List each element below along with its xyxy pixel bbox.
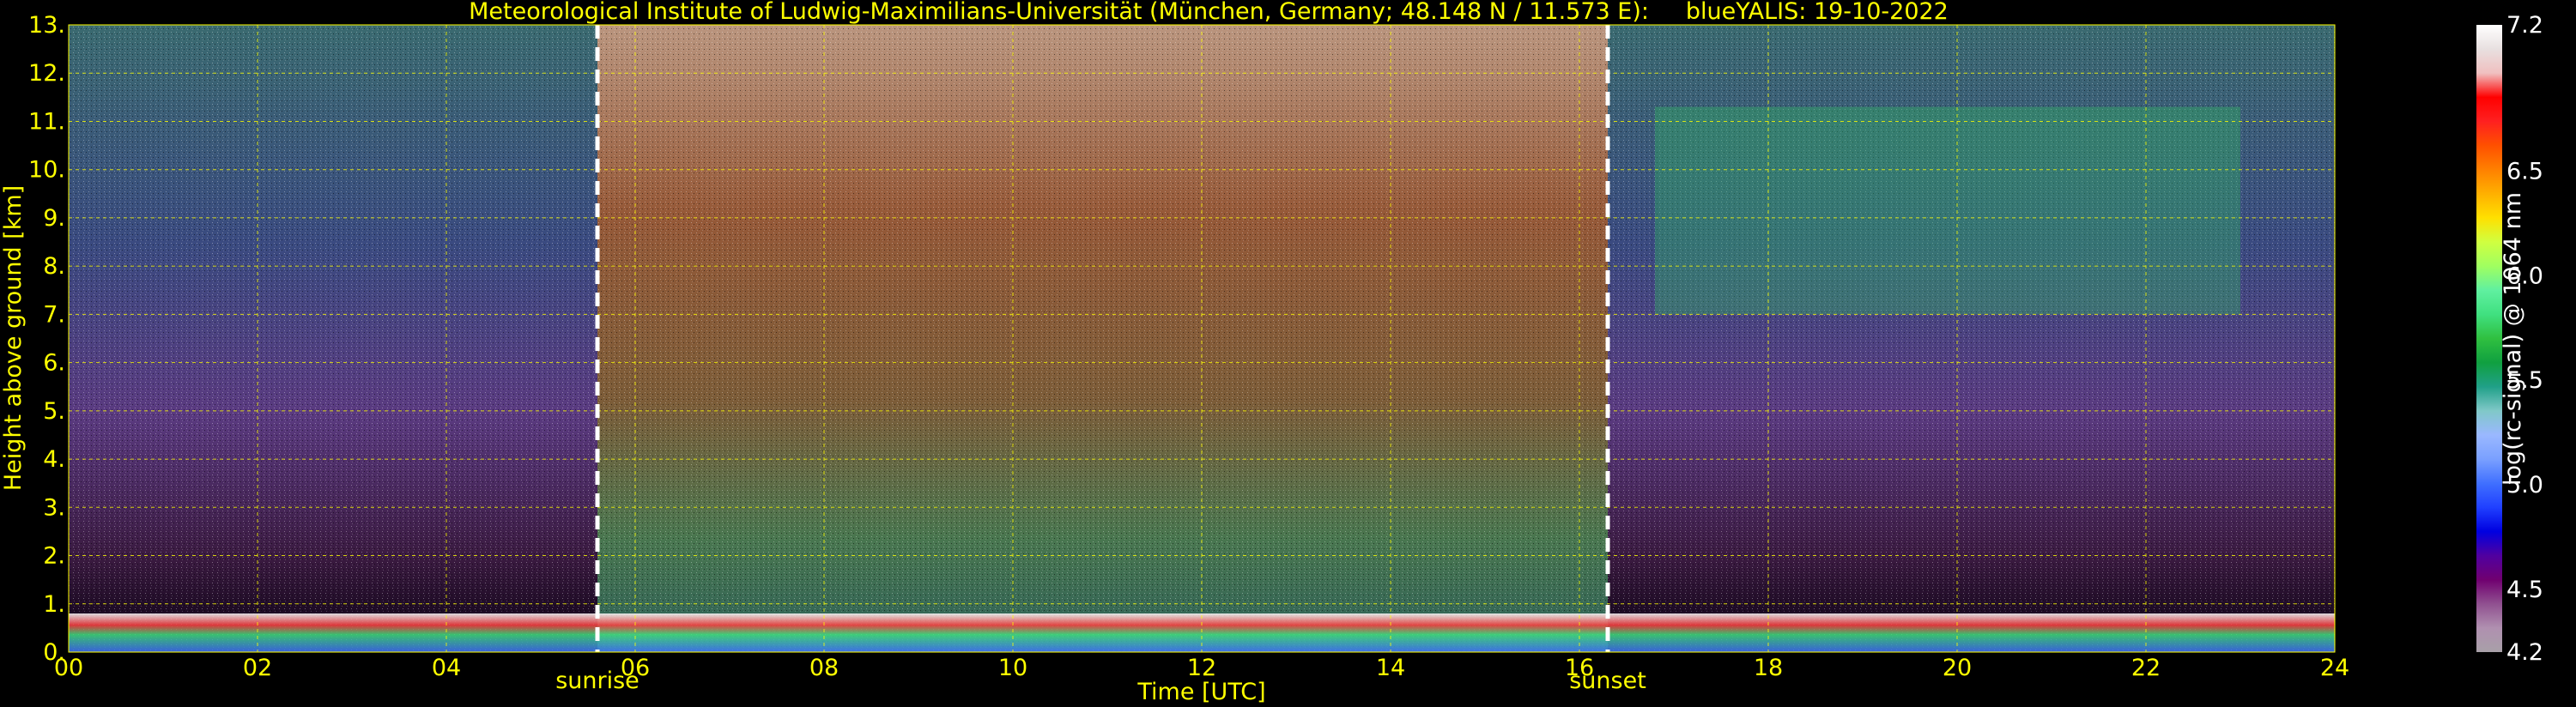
y-tick-label: 3. bbox=[43, 494, 65, 521]
chart-title: Meteorological Institute of Ludwig-Maxim… bbox=[469, 0, 1949, 25]
chart-svg: 00 02 04 06 08 10 12 14 16 18 20 22 24 0.1.2.3.4.5.6… bbox=[0, 0, 2543, 705]
sunrise-label: sunrise bbox=[555, 668, 639, 694]
x-axis-label: Time [UTC] bbox=[1136, 679, 1265, 705]
x-tick-label: 12 bbox=[1187, 655, 1216, 681]
x-tick-labels: 00 02 04 06 08 10 12 14 16 18 20 22 24 bbox=[54, 655, 2349, 681]
y-tick-label: 0. bbox=[43, 639, 65, 666]
y-tick-label: 4. bbox=[43, 446, 65, 473]
y-tick-label: 5. bbox=[43, 398, 65, 425]
colorbar-fill bbox=[2476, 25, 2502, 652]
y-tick-label: 7. bbox=[43, 301, 65, 328]
colorbar-tick-label: 4.5 bbox=[2506, 577, 2543, 603]
sunset-label: sunset bbox=[1569, 668, 1646, 694]
feature-boundary-layer bbox=[69, 613, 2335, 652]
y-tick-label: 12. bbox=[28, 60, 65, 87]
lidar-chart: 00 02 04 06 08 10 12 14 16 18 20 22 24 0. 1. 2. 3. 4. 5. 6… bbox=[0, 0, 2576, 707]
y-tick-label: 9. bbox=[43, 205, 65, 232]
colorbar-tick-label: 7.2 bbox=[2506, 12, 2543, 39]
sun-annotations: sunrise sunset bbox=[555, 668, 1646, 694]
feature-cirrus bbox=[1655, 106, 2240, 315]
colorbar-tick-label: 4.2 bbox=[2506, 639, 2543, 666]
x-tick-label: 10 bbox=[998, 655, 1027, 681]
x-tick-label: 24 bbox=[2320, 655, 2349, 681]
y-tick-label: 10. bbox=[28, 157, 65, 184]
x-tick-label: 04 bbox=[432, 655, 461, 681]
y-tick-label: 2. bbox=[43, 543, 65, 570]
x-tick-label: 18 bbox=[1754, 655, 1783, 681]
y-tick-label: 6. bbox=[43, 350, 65, 377]
y-tick-label: 1. bbox=[43, 591, 65, 618]
colorbar bbox=[2476, 25, 2502, 652]
x-tick-label: 20 bbox=[1943, 655, 1972, 681]
y-tick-label: 11. bbox=[28, 108, 65, 135]
colorbar-tick-label: 6.5 bbox=[2506, 159, 2543, 185]
y-tick-label: 8. bbox=[43, 253, 65, 280]
x-tick-label: 02 bbox=[243, 655, 272, 681]
y-tick-label: 13. bbox=[28, 12, 65, 39]
x-tick-label: 14 bbox=[1376, 655, 1405, 681]
x-tick-label: 22 bbox=[2131, 655, 2161, 681]
x-tick-label: 08 bbox=[809, 655, 839, 681]
y-tick-labels: 0. 1. 2. 3. 4. 5. 6. 7. 8. 9. 10. 11. 12. 13. bbox=[28, 12, 65, 666]
colorbar-label: log(rc-signal) @ 1064 nm bbox=[2500, 192, 2526, 486]
y-axis-label: Height above ground [km] bbox=[0, 185, 27, 491]
